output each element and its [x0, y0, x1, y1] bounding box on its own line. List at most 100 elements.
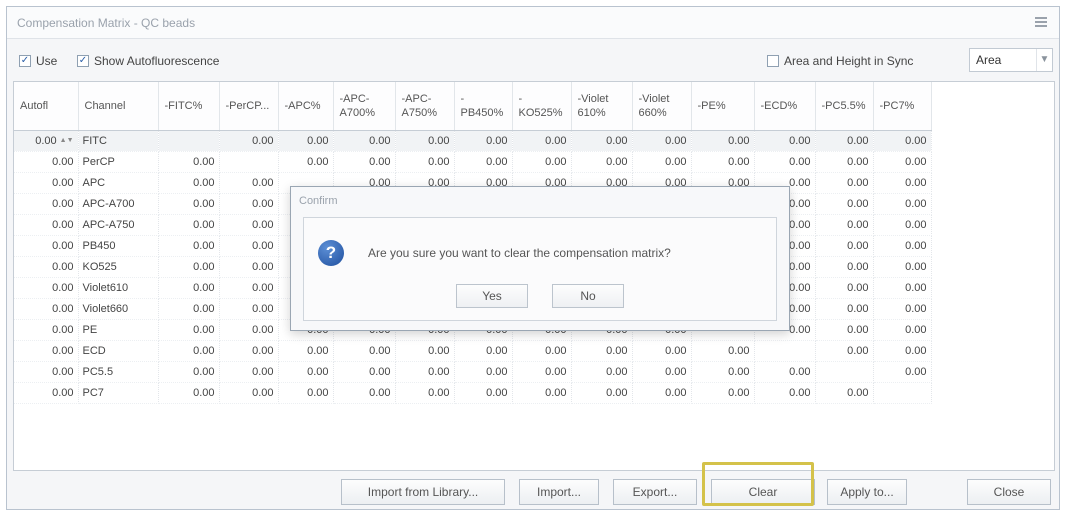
matrix-cell[interactable]: 0.00 — [815, 214, 874, 236]
table-row[interactable]: 0.00 PC7 0.00 0.00 0.00 0.00 0.00 0.00 0.00 0.00 0… — [14, 382, 932, 404]
matrix-cell[interactable]: 0.00 — [754, 151, 816, 173]
matrix-cell[interactable]: 0.00 — [815, 256, 874, 278]
autofluorescence-cell[interactable]: 0.00 — [14, 340, 79, 362]
matrix-cell[interactable]: 0.00 — [333, 151, 396, 173]
matrix-cell[interactable]: 0.00 — [815, 382, 874, 404]
matrix-cell[interactable]: 0.00 — [815, 193, 874, 215]
column-header[interactable]: -PB450% — [454, 82, 513, 131]
column-header[interactable]: -KO525% — [512, 82, 572, 131]
matrix-cell[interactable]: 0.00 — [754, 361, 816, 383]
dropdown-arrow-icon[interactable]: ▼ — [1036, 49, 1052, 71]
matrix-cell[interactable]: 0.00 — [873, 256, 932, 278]
matrix-cell[interactable]: 0.00 — [333, 382, 396, 404]
matrix-cell[interactable]: 0.00 — [395, 130, 455, 152]
matrix-cell[interactable]: 0.00 — [632, 340, 692, 362]
matrix-cell[interactable]: 0.00 — [158, 361, 220, 383]
autofluorescence-cell[interactable]: 0.00 — [14, 319, 79, 341]
matrix-cell[interactable]: 0.00 — [815, 319, 874, 341]
table-row[interactable]: 0.00 ▲▼ FITC 0.00 0.00 0.00 0.00 0.00 0.00 0.00 0.… — [14, 130, 932, 152]
autofluorescence-cell[interactable]: 0.00 — [14, 277, 79, 299]
column-header[interactable]: Autofl — [14, 82, 79, 131]
matrix-cell[interactable]: 0.00 — [754, 382, 816, 404]
autofluorescence-cell[interactable]: 0.00 — [14, 256, 79, 278]
matrix-cell[interactable]: 0.00 — [219, 256, 279, 278]
table-row[interactable]: 0.00 ECD 0.00 0.00 0.00 0.00 0.00 0.00 0.00 0.00 0… — [14, 340, 932, 362]
matrix-cell[interactable]: 0.00 — [278, 382, 334, 404]
matrix-cell[interactable]: 0.00 — [632, 151, 692, 173]
matrix-cell[interactable]: 0.00 — [815, 130, 874, 152]
column-header[interactable]: -Violet 610% — [571, 82, 633, 131]
area-height-select[interactable]: Area ▼ — [969, 48, 1053, 72]
column-header[interactable]: -PC7% — [873, 82, 932, 131]
matrix-cell[interactable]: 0.00 — [278, 151, 334, 173]
matrix-cell[interactable]: 0.00 — [158, 172, 220, 194]
autofluorescence-cell[interactable]: 0.00 — [14, 172, 79, 194]
matrix-cell[interactable]: 0.00 — [873, 172, 932, 194]
matrix-cell[interactable]: 0.00 — [632, 382, 692, 404]
matrix-cell[interactable]: 0.00 — [219, 319, 279, 341]
matrix-cell[interactable]: 0.00 — [219, 340, 279, 362]
column-header[interactable]: -FITC% — [158, 82, 220, 131]
column-header[interactable]: -ECD% — [754, 82, 816, 131]
matrix-cell[interactable]: 0.00 — [333, 340, 396, 362]
matrix-cell[interactable]: 0.00 — [219, 172, 279, 194]
matrix-cell[interactable]: 0.00 — [754, 130, 816, 152]
clear-button[interactable]: Clear — [711, 479, 815, 505]
import-from-library-button[interactable]: Import from Library... — [341, 479, 505, 505]
matrix-cell[interactable]: 0.00 — [158, 298, 220, 320]
yes-button[interactable]: Yes — [456, 284, 528, 308]
matrix-cell[interactable]: 0.00 — [219, 361, 279, 383]
matrix-cell[interactable]: 0.00 — [219, 235, 279, 257]
matrix-cell[interactable]: 0.00 — [512, 130, 572, 152]
autofluorescence-cell[interactable]: 0.00 — [14, 193, 79, 215]
matrix-cell[interactable]: 0.00 — [395, 151, 455, 173]
matrix-cell[interactable]: 0.00 — [219, 130, 279, 152]
matrix-cell[interactable]: 0.00 — [873, 214, 932, 236]
matrix-cell[interactable]: 0.00 — [454, 340, 513, 362]
matrix-cell[interactable]: 0.00 — [632, 130, 692, 152]
matrix-cell[interactable]: 0.00 — [454, 151, 513, 173]
matrix-cell[interactable]: 0.00 — [873, 298, 932, 320]
autofluorescence-cell[interactable]: 0.00 — [14, 361, 79, 383]
matrix-cell[interactable]: 0.00 — [158, 382, 220, 404]
matrix-cell[interactable]: 0.00 — [454, 382, 513, 404]
matrix-cell[interactable]: 0.00 — [158, 193, 220, 215]
matrix-cell[interactable]: 0.00 — [512, 151, 572, 173]
matrix-cell[interactable]: 0.00 — [395, 340, 455, 362]
column-header[interactable]: -APC-A700% — [333, 82, 396, 131]
matrix-cell[interactable]: 0.00 — [454, 130, 513, 152]
matrix-cell[interactable]: 0.00 — [219, 298, 279, 320]
matrix-cell[interactable]: 0.00 — [632, 361, 692, 383]
autofluorescence-cell[interactable]: 0.00 — [14, 298, 79, 320]
matrix-cell[interactable]: 0.00 — [815, 151, 874, 173]
matrix-cell[interactable]: 0.00 — [873, 361, 932, 383]
matrix-cell[interactable]: 0.00 — [691, 382, 755, 404]
matrix-cell[interactable] — [873, 382, 932, 404]
matrix-cell[interactable] — [754, 340, 816, 362]
matrix-cell[interactable]: 0.00 — [815, 235, 874, 257]
matrix-cell[interactable]: 0.00 — [815, 298, 874, 320]
matrix-cell[interactable]: 0.00 — [571, 382, 633, 404]
show-autofluorescence-checkbox[interactable]: ✓ Show Autofluorescence — [77, 54, 219, 68]
column-header[interactable]: -PerCP... — [219, 82, 279, 131]
matrix-cell[interactable]: 0.00 — [158, 151, 220, 173]
matrix-cell[interactable]: 0.00 — [512, 382, 572, 404]
matrix-cell[interactable]: 0.00 — [219, 382, 279, 404]
matrix-cell[interactable]: 0.00 — [278, 130, 334, 152]
autofluorescence-cell[interactable]: 0.00 — [14, 382, 79, 404]
matrix-cell[interactable]: 0.00 — [333, 361, 396, 383]
autofluorescence-cell[interactable]: 0.00 — [14, 214, 79, 236]
matrix-cell[interactable]: 0.00 — [571, 130, 633, 152]
matrix-cell[interactable]: 0.00 — [873, 193, 932, 215]
autofluorescence-cell[interactable]: 0.00 — [14, 151, 79, 173]
menu-icon[interactable] — [1035, 17, 1047, 27]
export-button[interactable]: Export... — [613, 479, 697, 505]
sync-checkbox[interactable]: Area and Height in Sync — [767, 54, 913, 68]
matrix-cell[interactable]: 0.00 — [512, 361, 572, 383]
column-header[interactable]: -PE% — [691, 82, 755, 131]
column-header[interactable]: Channel — [78, 82, 159, 131]
matrix-cell[interactable]: 0.00 — [278, 340, 334, 362]
column-header[interactable]: -PC5.5% — [815, 82, 874, 131]
matrix-cell[interactable]: 0.00 — [158, 319, 220, 341]
matrix-cell[interactable]: 0.00 — [158, 214, 220, 236]
